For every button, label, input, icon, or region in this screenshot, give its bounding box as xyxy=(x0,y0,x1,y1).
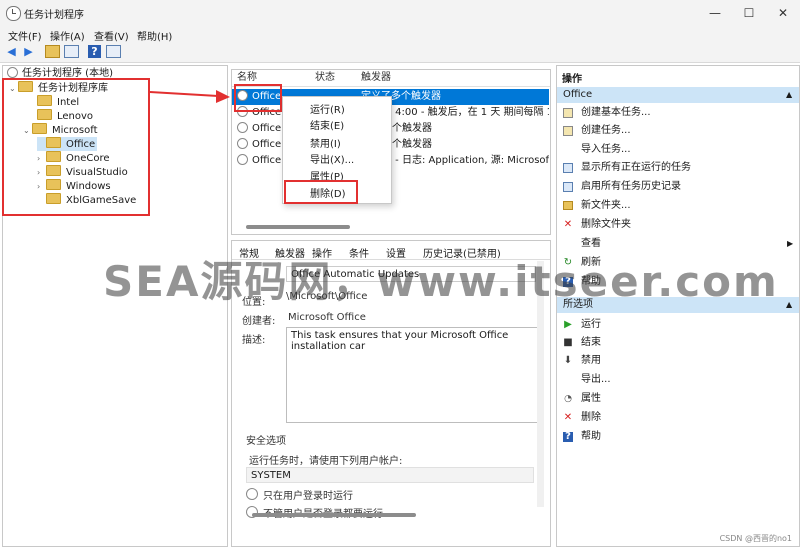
caret-up-icon[interactable]: ▲ xyxy=(786,297,792,313)
radio-run-when-logged-on[interactable] xyxy=(246,488,258,500)
action-show-running[interactable]: 显示所有正在运行的任务 xyxy=(557,159,799,177)
running-tasks-icon xyxy=(563,163,573,173)
context-export[interactable]: 导出(X)... xyxy=(310,151,354,166)
action-label: 创建基本任务... xyxy=(581,107,651,118)
footer-credit: CSDN @西晋的no1 xyxy=(719,534,792,543)
context-run[interactable]: 运行(R) xyxy=(310,101,345,116)
watermark: SEA源码网，www.itseer.com xyxy=(103,257,779,306)
history-icon xyxy=(563,182,573,192)
delete-folder-icon: ✕ xyxy=(563,219,573,230)
context-end[interactable]: 结束(E) xyxy=(310,117,344,132)
action-label: 运行 xyxy=(581,319,601,330)
action-label: 删除 xyxy=(581,412,601,423)
description-box[interactable]: This task ensures that your Microsoft Of… xyxy=(286,327,538,423)
run-icon: ▶ xyxy=(564,319,572,330)
create-task-icon xyxy=(563,126,573,136)
action-disable[interactable]: ⬇ 禁用 xyxy=(557,352,799,370)
radio-label-logged-on: 只在用户登录时运行 xyxy=(263,491,353,502)
description-label: 描述: xyxy=(242,335,266,346)
delete-icon: ✕ xyxy=(563,412,573,423)
action-label: 新文件夹... xyxy=(581,200,631,211)
section-office[interactable]: Office ▲ xyxy=(557,87,799,103)
new-folder-icon xyxy=(563,201,573,210)
action-delete[interactable]: ✕ 删除 xyxy=(557,409,799,427)
action-label: 结束 xyxy=(581,337,601,348)
action-delete-folder[interactable]: ✕ 删除文件夹 xyxy=(557,216,799,234)
action-label: 删除文件夹 xyxy=(581,219,631,230)
detail-horizontal-scrollbar[interactable] xyxy=(252,513,416,517)
action-label: 导入任务... xyxy=(581,144,631,155)
annotation-box-delete xyxy=(284,180,358,204)
action-create-basic-task[interactable]: 创建基本任务... xyxy=(557,104,799,122)
action-end[interactable]: ■ 结束 xyxy=(557,334,799,352)
run-as-account-field[interactable]: SYSTEM xyxy=(246,467,534,483)
help-icon: ? xyxy=(563,432,573,442)
action-label: 显示所有正在运行的任务 xyxy=(581,162,691,173)
section-office-label: Office xyxy=(563,89,593,100)
action-properties[interactable]: ◔ 属性 xyxy=(557,390,799,408)
create-basic-task-icon xyxy=(563,108,573,118)
action-label: 禁用 xyxy=(581,355,601,366)
context-disable[interactable]: 禁用(I) xyxy=(310,135,341,150)
action-help-selected[interactable]: ? 帮助 xyxy=(557,428,799,446)
action-import-task[interactable]: 导入任务... xyxy=(557,141,799,159)
properties-icon: ◔ xyxy=(564,394,572,404)
submenu-arrow-icon: ▶ xyxy=(787,239,794,248)
action-create-task[interactable]: 创建任务... xyxy=(557,122,799,140)
action-label: 帮助 xyxy=(581,431,601,442)
run-as-label: 运行任务时，请使用下列用户帐户: xyxy=(249,456,403,467)
action-run[interactable]: ▶ 运行 xyxy=(557,316,799,334)
stop-icon: ■ xyxy=(563,337,573,348)
action-label: 创建任务... xyxy=(581,125,631,136)
author-label: 创建者: xyxy=(242,316,276,327)
action-label: 导出... xyxy=(581,374,611,385)
caret-up-icon[interactable]: ▲ xyxy=(786,87,792,103)
security-options-title: 安全选项 xyxy=(246,436,286,447)
action-label: 属性 xyxy=(581,393,601,404)
actions-title: 操作 xyxy=(562,74,582,85)
action-label: 启用所有任务历史记录 xyxy=(581,181,681,192)
disable-icon: ⬇ xyxy=(563,355,573,366)
action-enable-history[interactable]: 启用所有任务历史记录 xyxy=(557,178,799,196)
author-value: Microsoft Office xyxy=(288,312,366,323)
action-export[interactable]: 导出... xyxy=(557,371,799,389)
action-new-folder[interactable]: 新文件夹... xyxy=(557,197,799,215)
